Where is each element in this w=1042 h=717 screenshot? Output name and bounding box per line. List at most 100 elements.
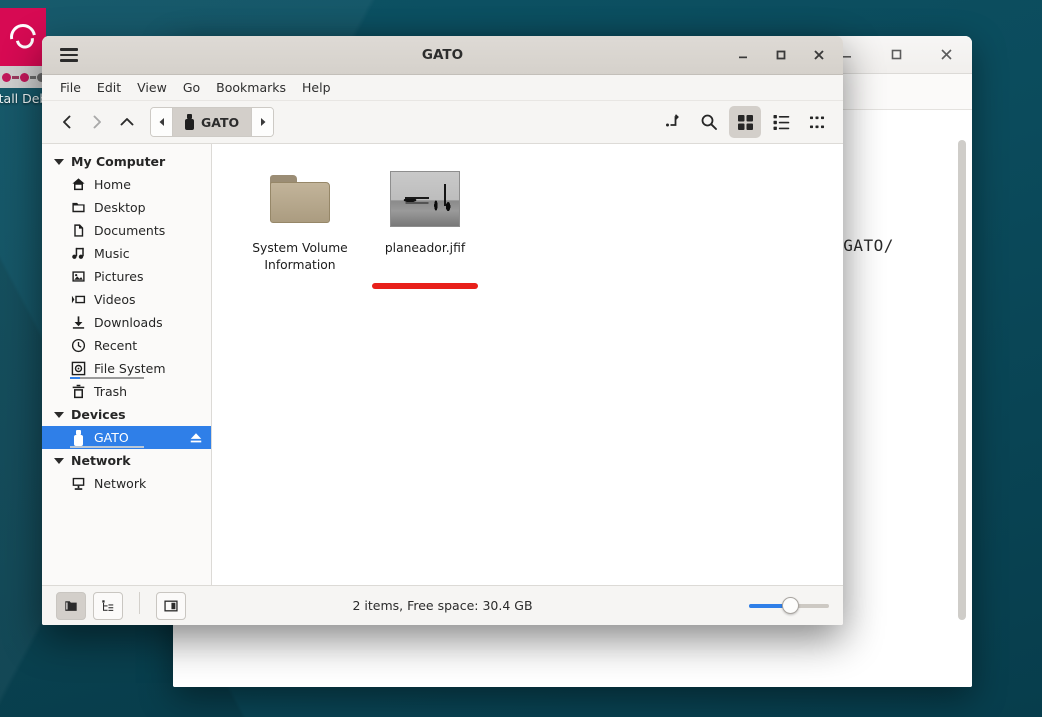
desktop: tall Deb r/GATO/ GATO [0,0,1042,717]
eject-icon[interactable] [189,431,203,445]
music-note-icon [70,246,86,262]
zoom-slider-handle[interactable] [782,597,799,614]
progress-dots-icon [0,66,46,88]
breadcrumb-right-arrow-icon[interactable] [252,108,273,136]
sidebar-item-recent[interactable]: Recent [42,334,211,357]
sidebar-item-label: GATO [94,430,129,445]
tree-view-button[interactable] [93,592,123,620]
chevron-down-icon [54,412,64,418]
maximize-button[interactable] [767,42,795,68]
image-thumbnail [390,166,460,232]
forward-button[interactable] [82,107,112,137]
file-item-folder[interactable]: System Volume Information [238,162,362,273]
chevron-down-icon [54,159,64,165]
bg-maximize-button[interactable] [882,41,910,69]
window-body: My Computer Home Desktop [42,144,843,585]
trash-icon [70,384,86,400]
debian-logo-icon [0,8,46,66]
back-button[interactable] [52,107,82,137]
list-view-icon[interactable] [765,106,797,138]
sidebar[interactable]: My Computer Home Desktop [42,144,212,585]
sidebar-item-label: Pictures [94,269,144,284]
toggle-sidebar-button[interactable] [156,592,186,620]
menu-file[interactable]: File [52,77,89,98]
file-system-usage-bar [70,377,144,379]
path-entry-toggle-icon[interactable] [657,106,689,138]
file-list-area[interactable]: System Volume Information planeador.jfif [212,144,843,585]
breadcrumb[interactable]: GATO [150,107,274,137]
folder-icon [270,166,330,232]
close-button[interactable] [805,42,833,68]
menu-help[interactable]: Help [294,77,339,98]
file-manager-window[interactable]: GATO File Edit View Go Bookmarks Help [42,36,843,625]
sidebar-item-file-system[interactable]: File System [42,357,211,380]
folder-icon [70,200,86,216]
gato-usage-bar [70,446,144,448]
toolbar-right-group[interactable] [657,106,833,138]
statusbar-view-buttons[interactable] [56,592,186,620]
folder-view-button[interactable] [56,592,86,620]
sidebar-item-trash[interactable]: Trash [42,380,211,403]
sidebar-item-label: File System [94,361,166,376]
menu-go[interactable]: Go [175,77,208,98]
file-name-label: planeador.jfif [385,240,465,257]
up-button[interactable] [112,107,142,137]
sidebar-group-network[interactable]: Network [42,449,211,472]
home-icon [70,177,86,193]
sidebar-item-videos[interactable]: Videos [42,288,211,311]
toolbar[interactable]: GATO [42,101,843,144]
sidebar-item-home[interactable]: Home [42,173,211,196]
sidebar-item-label: Home [94,177,131,192]
sidebar-item-label: Trash [94,384,127,399]
titlebar[interactable]: GATO [42,36,843,75]
sidebar-item-label: Downloads [94,315,163,330]
breadcrumb-left-arrow-icon[interactable] [151,108,172,136]
menubar[interactable]: File Edit View Go Bookmarks Help [42,75,843,101]
statusbar[interactable]: 2 items, Free space: 30.4 GB [42,585,843,625]
usb-drive-icon [185,114,194,130]
statusbar-separator [139,592,140,614]
document-icon [70,223,86,239]
sidebar-group-devices[interactable]: Devices [42,403,211,426]
breadcrumb-item-gato[interactable]: GATO [172,108,252,136]
sidebar-item-label: Documents [94,223,165,238]
sidebar-item-label: Recent [94,338,137,353]
sidebar-group-my-computer[interactable]: My Computer [42,150,211,173]
red-annotation-underline [372,283,478,289]
clock-icon [70,338,86,354]
sidebar-item-downloads[interactable]: Downloads [42,311,211,334]
sidebar-item-music[interactable]: Music [42,242,211,265]
menu-edit[interactable]: Edit [89,77,129,98]
zoom-slider[interactable] [749,596,829,616]
sidebar-item-documents[interactable]: Documents [42,219,211,242]
sidebar-item-pictures[interactable]: Pictures [42,265,211,288]
breadcrumb-label: GATO [201,115,239,130]
sidebar-group-label: Devices [71,407,126,422]
menu-bookmarks[interactable]: Bookmarks [208,77,294,98]
sidebar-item-network[interactable]: Network [42,472,211,495]
drive-icon [70,361,86,377]
sidebar-group-label: Network [71,453,131,468]
background-window-scrollbar[interactable] [958,140,966,620]
compact-view-icon[interactable] [801,106,833,138]
sidebar-item-label: Desktop [94,200,146,215]
sidebar-item-label: Videos [94,292,136,307]
video-icon [70,292,86,308]
chevron-down-icon [54,458,64,464]
hamburger-menu-icon[interactable] [52,42,86,68]
install-debian-launcher[interactable]: tall Deb [0,8,46,106]
sidebar-item-gato[interactable]: GATO [42,426,211,449]
file-item-image[interactable]: planeador.jfif [363,162,487,273]
sidebar-item-label: Music [94,246,130,261]
sidebar-item-desktop[interactable]: Desktop [42,196,211,219]
bg-close-button[interactable] [932,41,960,69]
window-title: GATO [42,47,843,63]
menu-view[interactable]: View [129,77,175,98]
usb-drive-icon [70,430,86,446]
grid-view-icon[interactable] [729,106,761,138]
download-icon [70,315,86,331]
minimize-button[interactable] [729,42,757,68]
window-controls[interactable] [729,42,843,68]
search-icon[interactable] [693,106,725,138]
file-name-label: System Volume Information [241,240,359,273]
